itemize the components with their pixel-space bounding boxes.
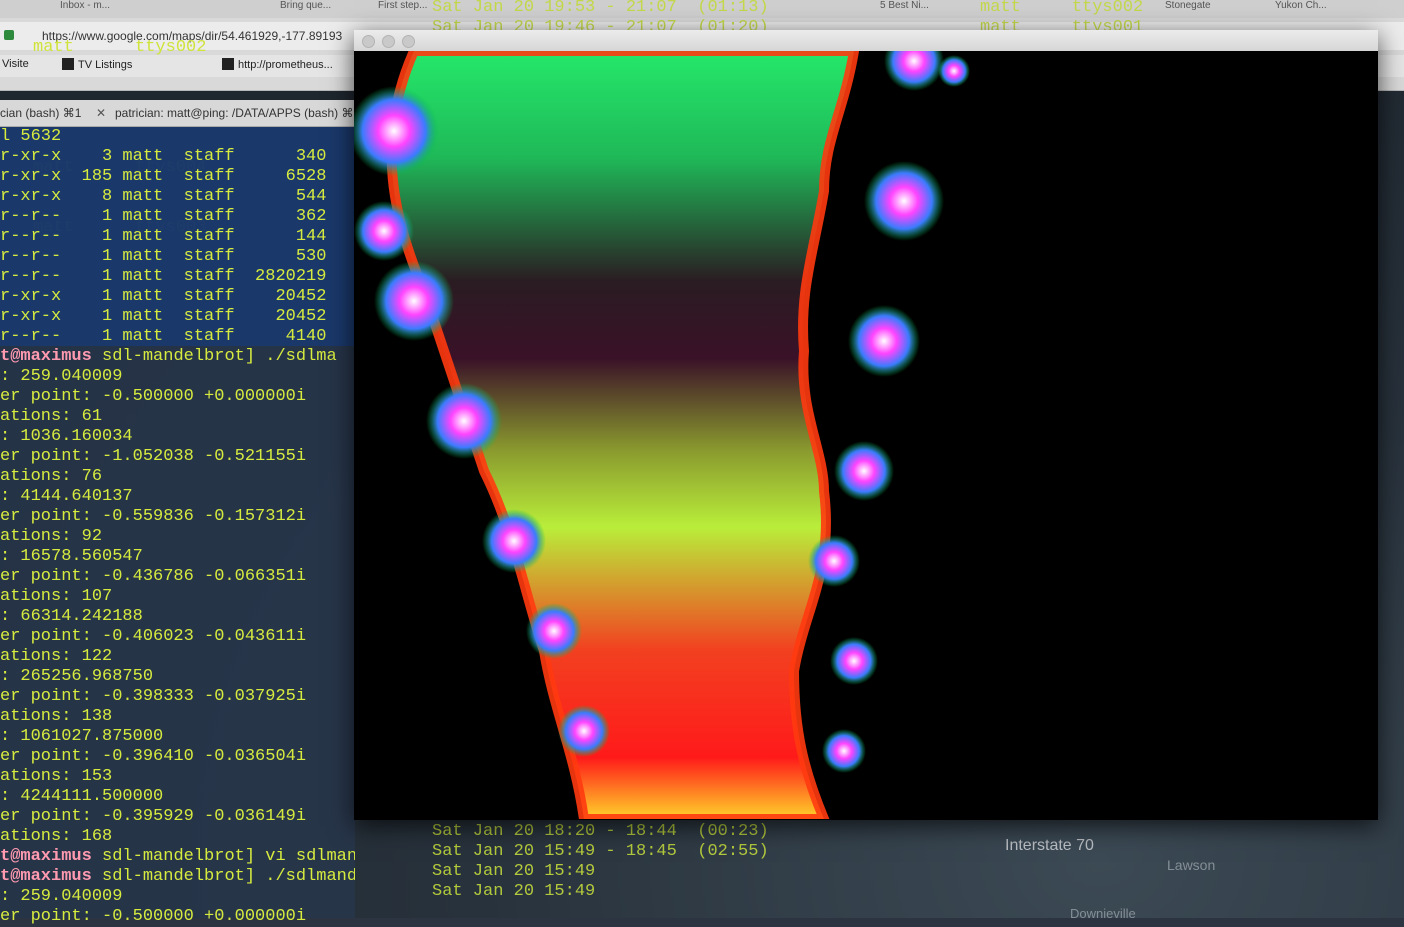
terminal-line: er point: -0.436786 -0.066351i: [0, 567, 307, 586]
terminal-line: r-xr-x 185 matt staff 6528: [0, 167, 327, 186]
iterm-tab[interactable]: cian (bash) ⌘1: [0, 106, 81, 120]
minimize-button[interactable]: [382, 35, 395, 48]
who-user: matt: [33, 38, 74, 57]
map-place-label: Lawson: [1167, 857, 1216, 873]
who-line: matt ttys002: [980, 0, 1144, 17]
terminal-line: t@maximus sdl-mandelbrot] ./sdlma: [0, 347, 355, 367]
map-road-label: Interstate 70: [1005, 837, 1094, 854]
terminal-line: er point: -0.500000 +0.000000i: [0, 387, 307, 406]
terminal-line: er point: -0.395929 -0.036149i: [0, 807, 307, 826]
last-entry: Sat Jan 20 15:49: [432, 862, 596, 881]
zoom-button[interactable]: [402, 35, 415, 48]
terminal-line: ations: 138: [0, 707, 113, 726]
shell-prompt: t@maximus: [0, 867, 92, 886]
terminal-line: r-xr-x 3 matt staff 340: [0, 147, 327, 166]
bookmark-label: http://prometheus...: [238, 59, 333, 71]
terminal-line: ations: 61: [0, 407, 103, 426]
terminal-line: r--r-- 1 matt staff 4140: [0, 327, 327, 346]
last-entry: Sat Jan 20 15:49 - 18:45 (02:55): [432, 842, 769, 861]
close-icon[interactable]: ✕: [96, 106, 106, 120]
terminal-line: ations: 92: [0, 527, 103, 546]
terminal-line: : 1061027.875000: [0, 727, 164, 746]
terminal-line: : 1036.160034: [0, 427, 133, 446]
who-tty: ttys002: [135, 38, 207, 57]
last-entry: Sat Jan 20 15:49: [432, 882, 596, 901]
shell-prompt: t@maximus: [0, 347, 92, 366]
close-button[interactable]: [362, 35, 375, 48]
terminal-line: ations: 122: [0, 647, 113, 666]
terminal-line: er point: -0.559836 -0.157312i: [0, 507, 307, 526]
shell-command: sdl-mandelbrot] vi sdlmandel.c: [102, 847, 355, 866]
last-entry: Sat Jan 20 18:20 - 18:44 (00:23): [432, 822, 769, 841]
terminal-line: : 259.040009: [0, 887, 123, 906]
terminal-line: l 5632: [0, 127, 62, 146]
terminal-line: : 4144.640137: [0, 487, 133, 506]
prometheus-icon: [222, 58, 234, 70]
terminal-line: er point: -0.406023 -0.043611i: [0, 627, 307, 646]
shell-command: sdl-mandelbrot] ./sdlma: [91, 347, 337, 366]
terminal-line: er point: -0.398333 -0.037925i: [0, 687, 307, 706]
terminal-line: ations: 168: [0, 827, 113, 846]
terminal-line: ations: 76: [0, 467, 103, 486]
sdl-mandelbrot-window[interactable]: [354, 30, 1378, 820]
terminal-line: r--r-- 1 matt staff 362: [0, 207, 327, 226]
lock-icon: [4, 30, 14, 40]
terminal-line: : 66314.242188: [0, 607, 143, 626]
terminal-line: r--r-- 1 matt staff 2820219: [0, 267, 327, 286]
mandelbrot-canvas[interactable]: [354, 51, 1378, 819]
last-entry: Sat Jan 20 19:53 - 21:07 (01:13): [432, 0, 769, 17]
terminal-line: r--r-- 1 matt staff 144: [0, 227, 327, 246]
terminal-line: : 265256.968750: [0, 667, 154, 686]
terminal-line: : 16578.560547: [0, 547, 143, 566]
terminal-line: r-xr-x 1 matt staff 20452: [0, 287, 327, 306]
terminal-line: r-xr-x 1 matt staff 20452: [0, 307, 327, 326]
bookmark-item[interactable]: http://prometheus...: [222, 58, 333, 71]
mandelbrot-render: [354, 51, 970, 819]
terminal-line: t@maximus sdl-mandelbrot] vi sdlmandel.c: [0, 847, 355, 867]
shell-command: sdl-mandelbrot] ./sdlmandel: [91, 867, 355, 886]
window-titlebar[interactable]: [354, 30, 1378, 52]
terminal-line: er point: -0.500000 +0.000000i: [0, 907, 307, 926]
bookmark-item[interactable]: Visite: [2, 58, 29, 70]
terminal-line: : 4244111.500000: [0, 787, 164, 806]
terminal-line: er point: -1.052038 -0.521155i: [0, 447, 307, 466]
shell-prompt: t@maximus: [0, 847, 92, 866]
map-place-label: Downieville: [1070, 906, 1136, 921]
terminal-line: ations: 153: [0, 767, 113, 786]
iterm-tab[interactable]: patrician: matt@ping: /DATA/APPS (bash) …: [115, 106, 360, 120]
terminal-line: t@maximus sdl-mandelbrot] ./sdlmandel: [0, 867, 355, 887]
terminal-line: r--r-- 1 matt staff 530: [0, 247, 327, 266]
terminal-line: : 259.040009: [0, 367, 123, 386]
terminal-line: ations: 107: [0, 587, 113, 606]
iterm-tab-bar: cian (bash) ⌘1 ✕ patrician: matt@ping: /…: [0, 100, 360, 127]
terminal-line: r-xr-x 8 matt staff 544: [0, 187, 327, 206]
terminal-line: er point: -0.396410 -0.036504i: [0, 747, 307, 766]
browser-tab[interactable]: Bring que...: [280, 0, 331, 18]
